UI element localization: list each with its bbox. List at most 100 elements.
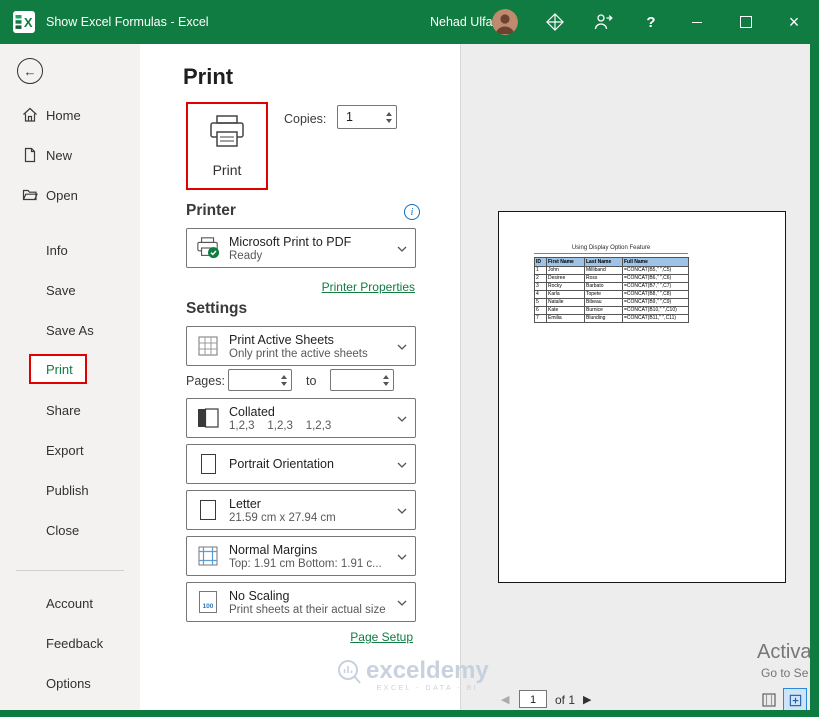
home-icon [22, 107, 38, 123]
backstage-sidebar: ← Home New Open Info Save Save As Print … [0, 44, 140, 710]
info-icon[interactable]: i [404, 204, 420, 220]
scaling-dropdown[interactable]: 100 No Scaling Print sheets at their act… [186, 582, 416, 622]
printer-icon [209, 114, 245, 153]
stepper-down-icon[interactable] [382, 381, 389, 386]
svg-text:X: X [24, 15, 33, 30]
sidebar-item-print[interactable]: Print [29, 354, 87, 384]
help-icon[interactable]: ? [641, 12, 661, 32]
settings-section-heading: Settings [186, 300, 248, 317]
sidebar-item-label: Export [46, 442, 84, 458]
maximize-button[interactable] [723, 0, 769, 44]
sidebar-item-close[interactable]: Close [0, 512, 140, 548]
zoom-to-page-button[interactable] [783, 688, 807, 710]
sidebar-item-label: Home [46, 107, 81, 123]
sidebar-item-open[interactable]: Open [0, 177, 140, 213]
sidebar-item-label: Publish [46, 482, 89, 498]
pages-from-value [229, 370, 276, 390]
dropdown-title: Collated [229, 404, 275, 419]
minimize-icon [692, 21, 702, 23]
sidebar-item-feedback[interactable]: Feedback [0, 625, 140, 661]
open-folder-icon [22, 187, 38, 203]
sidebar-item-share[interactable]: Share [0, 392, 140, 428]
stepper-up-icon[interactable] [280, 374, 287, 379]
portrait-icon [196, 454, 220, 474]
sidebar-item-info[interactable]: Info [0, 232, 140, 268]
pages-to-label: to [306, 374, 317, 388]
sidebar-item-new[interactable]: New [0, 137, 140, 173]
show-margins-button[interactable] [761, 692, 777, 708]
preview-page: Using Display Option Feature ID First Na… [498, 211, 786, 583]
stepper-down-icon[interactable] [385, 118, 392, 123]
close-button[interactable]: × [771, 0, 817, 44]
dropdown-subtitle: Only print the active sheets [229, 347, 368, 360]
chevron-down-icon [397, 455, 407, 473]
sidebar-item-account[interactable]: Account [0, 585, 140, 621]
sidebar-item-label: Print [46, 361, 73, 377]
scaling-icon-label: 100 [202, 603, 214, 610]
copies-stepper[interactable]: 1 [337, 105, 397, 129]
scaling-icon: 100 [196, 591, 220, 613]
sidebar-item-save-as[interactable]: Save As [0, 312, 140, 348]
back-arrow-icon: ← [23, 63, 37, 79]
chevron-down-icon [397, 337, 407, 355]
back-button[interactable]: ← [17, 58, 43, 84]
minimize-button[interactable] [674, 0, 720, 44]
dropdown-title: Letter [229, 496, 261, 511]
print-what-dropdown[interactable]: Print Active Sheets Only print the activ… [186, 326, 416, 366]
sidebar-item-label: Save [46, 282, 76, 298]
dropdown-subtitle: Print sheets at their actual size [229, 603, 386, 616]
diamond-icon [545, 12, 565, 32]
previous-page-button[interactable]: ◀ [501, 693, 509, 706]
letter-page-icon [196, 500, 220, 520]
sidebar-item-label: Info [46, 242, 68, 258]
preview-table-body: 1 John Milliband =CONCAT(B5," ",C5) 2 Desiree… [534, 266, 689, 323]
pages-from-stepper[interactable] [228, 369, 292, 391]
new-document-icon [22, 147, 38, 163]
print-button[interactable]: Print [186, 102, 268, 190]
printer-dropdown[interactable]: Microsoft Print to PDF Ready [186, 228, 416, 268]
chevron-down-icon [397, 593, 407, 611]
window-title: Show Excel Formulas - Excel [46, 15, 209, 29]
dropdown-subtitle: Top: 1.91 cm Bottom: 1.91 c... [229, 557, 382, 570]
avatar[interactable] [492, 9, 518, 35]
excel-app-icon: X [12, 10, 36, 34]
paper-size-dropdown[interactable]: Letter 21.59 cm x 27.94 cm [186, 490, 416, 530]
sidebar-item-export[interactable]: Export [0, 432, 140, 468]
printer-section-heading: Printer [186, 202, 236, 219]
next-page-button[interactable]: ▶ [583, 693, 591, 706]
pages-to-stepper[interactable] [330, 369, 394, 391]
sidebar-item-home[interactable]: Home [0, 97, 140, 133]
sidebar-item-save[interactable]: Save [0, 272, 140, 308]
page-number-input[interactable]: 1 [519, 690, 547, 708]
sidebar-item-options[interactable]: Options [0, 665, 140, 701]
title-bar: X Show Excel Formulas - Excel Nehad Ulfa… [0, 0, 819, 44]
margins-dropdown[interactable]: Normal Margins Top: 1.91 cm Bottom: 1.91… [186, 536, 416, 576]
dropdown-title: Portrait Orientation [229, 456, 334, 471]
stepper-up-icon[interactable] [385, 111, 392, 116]
printer-name: Microsoft Print to PDF [229, 234, 352, 249]
page-setup-link[interactable]: Page Setup [350, 630, 413, 644]
worksheet-title: Using Display Option Feature [534, 245, 688, 254]
column-header: Full Name [622, 257, 689, 267]
printer-status: Ready [229, 249, 263, 262]
sidebar-item-label: New [46, 147, 73, 163]
preview-table-row: 6 Kate Burnice =CONCAT(B10," ",C10) [534, 306, 689, 315]
dropdown-subtitle: 21.59 cm x 27.94 cm [229, 511, 336, 524]
sidebar-item-label: Share [46, 402, 81, 418]
sidebar-divider [16, 570, 124, 571]
orientation-dropdown[interactable]: Portrait Orientation [186, 444, 416, 484]
stepper-up-icon[interactable] [382, 374, 389, 379]
stepper-down-icon[interactable] [280, 381, 287, 386]
preview-table-row: 4 Karla Topete =CONCAT(B8," ",C8) [534, 290, 689, 299]
preview-table-header: ID First Name Last Name Full Name [534, 257, 689, 267]
sidebar-item-publish[interactable]: Publish [0, 472, 140, 508]
preview-table-row: 2 Desiree Ross =CONCAT(B6," ",C6) [534, 274, 689, 283]
preview-table-row: 1 John Milliband =CONCAT(B5," ",C5) [534, 266, 689, 275]
collated-icon [196, 408, 220, 428]
printer-properties-link[interactable]: Printer Properties [322, 280, 415, 294]
dropdown-title: Normal Margins [229, 542, 318, 557]
dropdown-subtitle: 1,2,3 1,2,3 1,2,3 [229, 419, 332, 432]
account-user-name[interactable]: Nehad Ulfat [430, 15, 496, 29]
collation-dropdown[interactable]: Collated 1,2,3 1,2,3 1,2,3 [186, 398, 416, 438]
active-sheets-icon [196, 336, 220, 356]
